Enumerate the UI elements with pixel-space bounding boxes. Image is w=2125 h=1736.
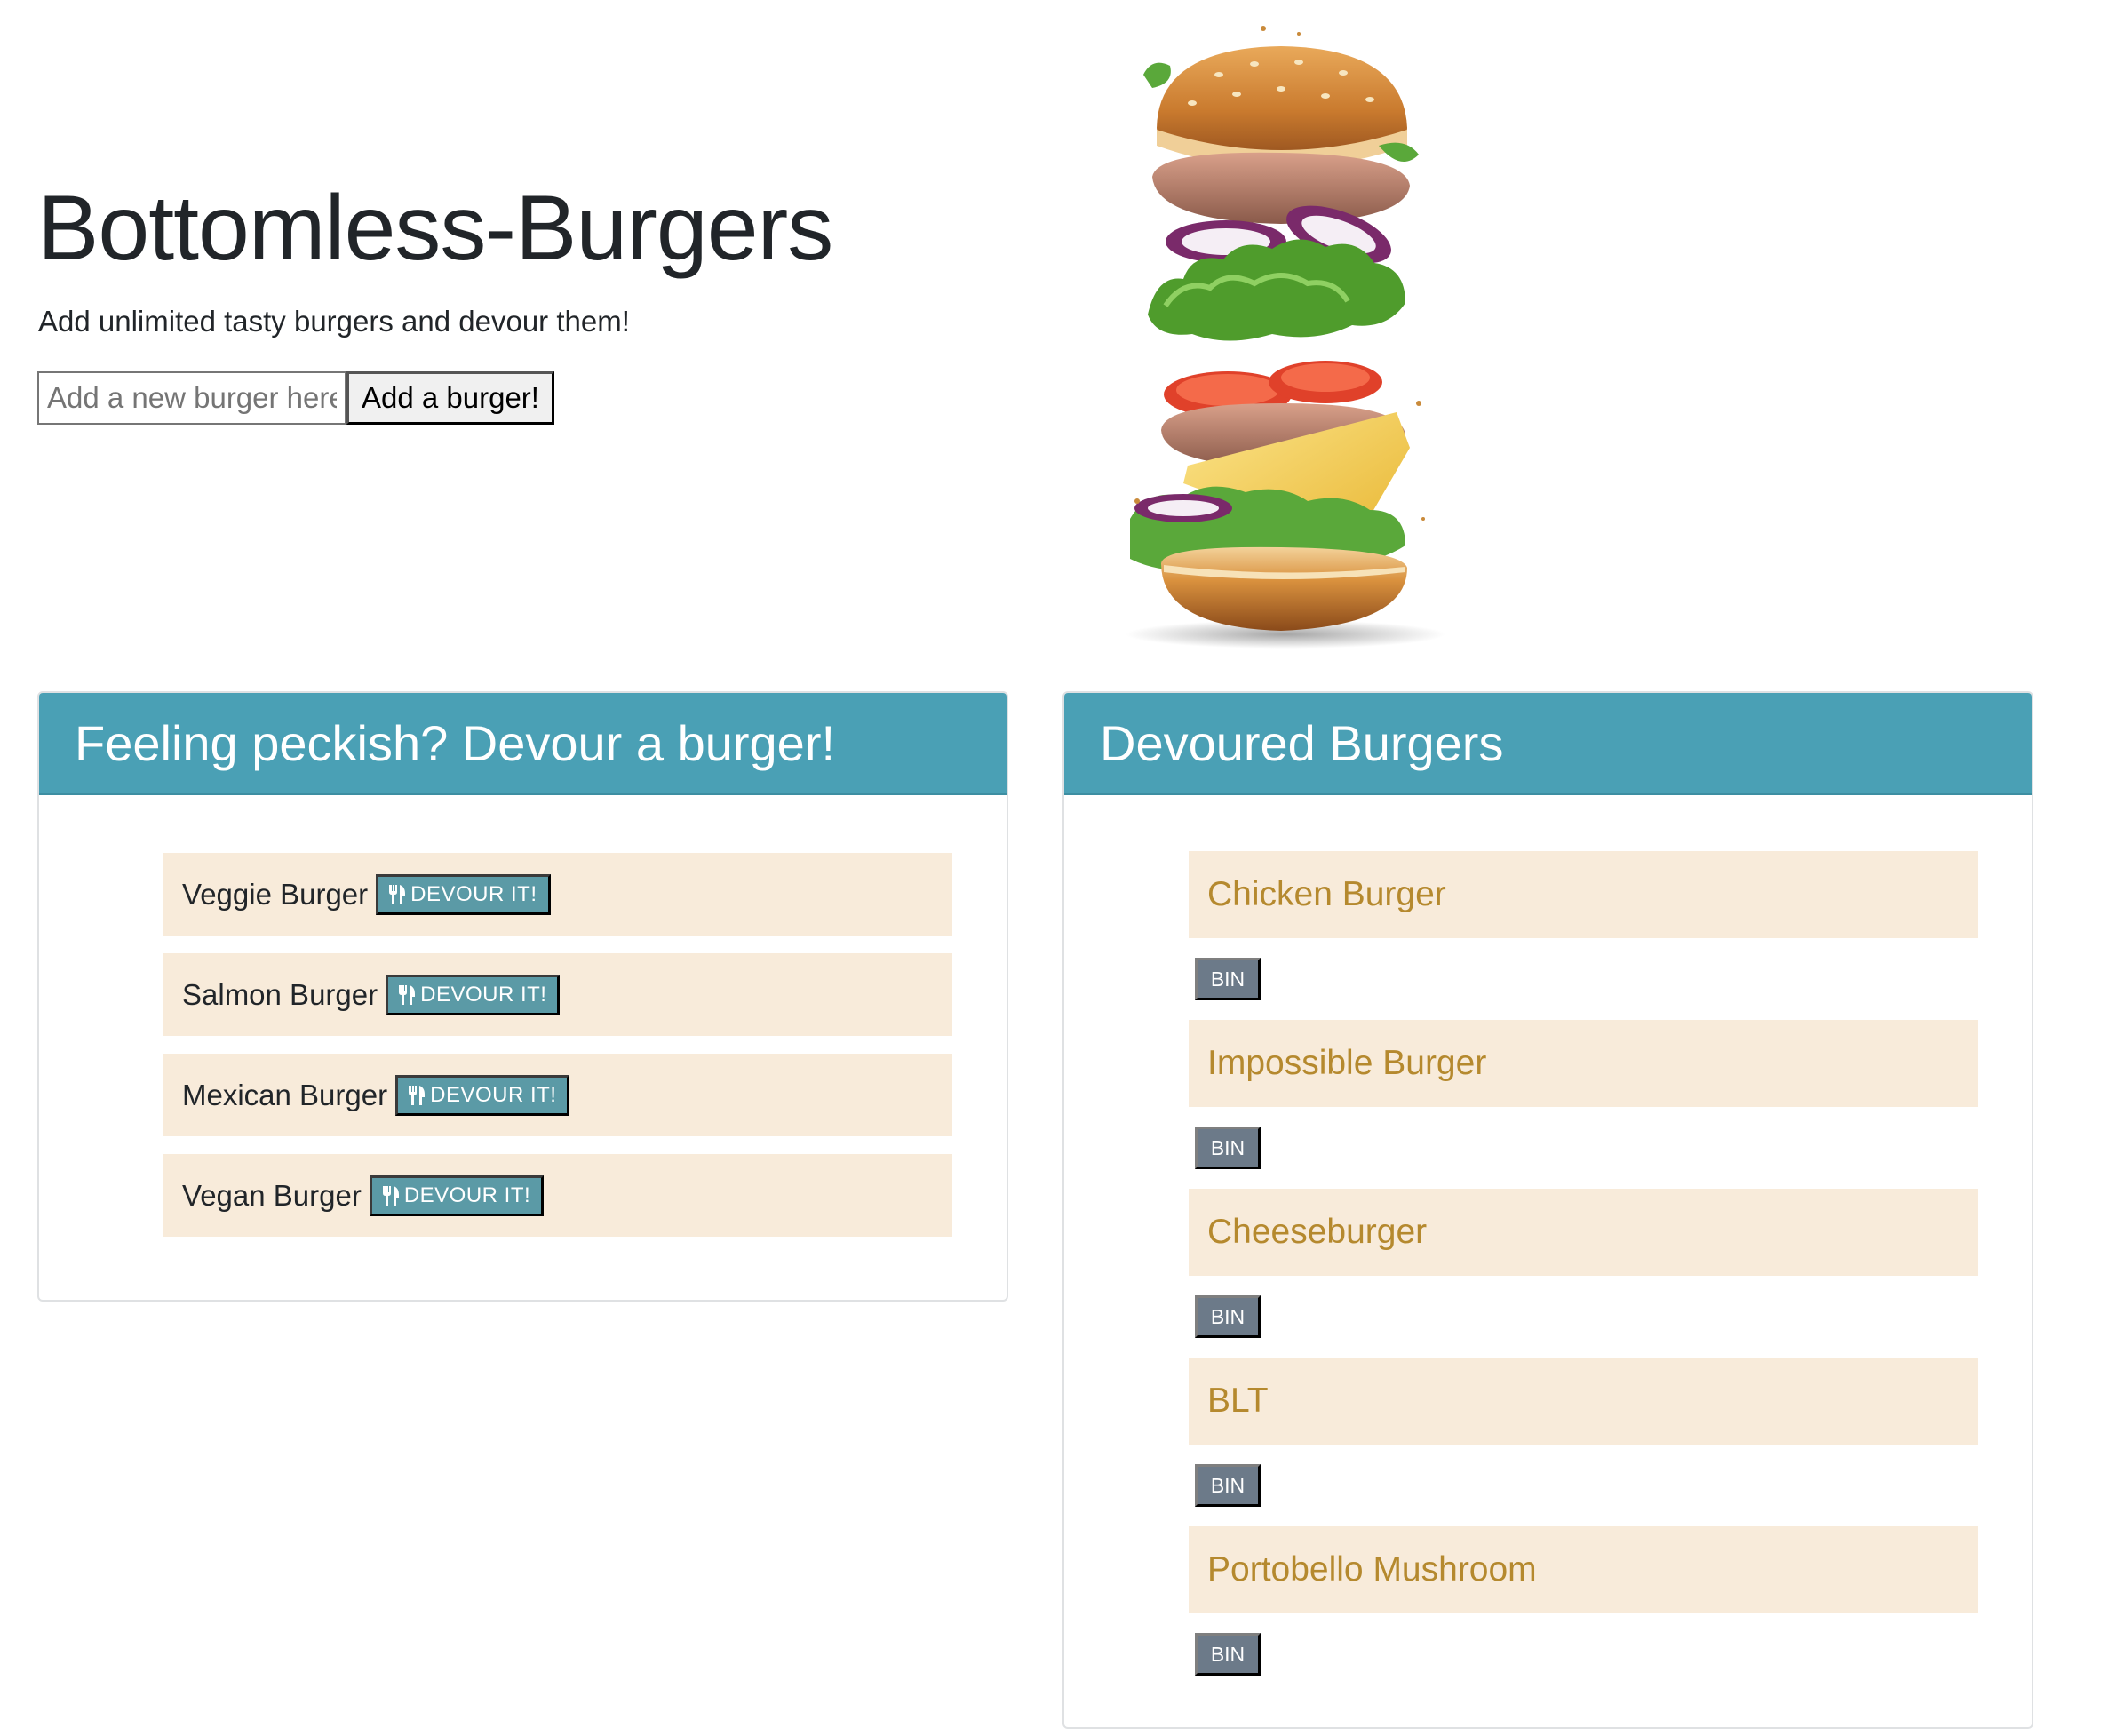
uneaten-panel-header: Feeling peckish? Devour a burger! — [39, 693, 1007, 795]
devoured-burger-entry: Chicken Burger BIN — [1189, 851, 1978, 1020]
devoured-burgers-panel: Devoured Burgers Chicken Burger BIN Impo… — [1062, 691, 2033, 1729]
devoured-burger-entry: Cheeseburger BIN — [1189, 1189, 1978, 1358]
devour-button[interactable]: DEVOUR IT! — [369, 1175, 545, 1216]
utensils-icon — [382, 1185, 399, 1206]
bin-button[interactable]: BIN — [1195, 1633, 1261, 1676]
uneaten-burger-item: Mexican Burger DEVOUR IT! — [163, 1054, 952, 1136]
devoured-burger-item: Impossible Burger — [1189, 1020, 1978, 1107]
devoured-burger-item: BLT — [1189, 1358, 1978, 1445]
utensils-icon — [389, 884, 406, 904]
devoured-burger-name: Chicken Burger — [1207, 875, 1446, 913]
uneaten-panel-title: Feeling peckish? Devour a burger! — [75, 715, 836, 771]
devoured-burger-name: Portobello Mushroom — [1207, 1550, 1537, 1589]
devoured-burger-item: Portobello Mushroom — [1189, 1526, 1978, 1613]
add-burger-form: Add a burger! — [37, 371, 554, 425]
devoured-panel-header: Devoured Burgers — [1064, 693, 2032, 795]
page-title: Bottomless-Burgers — [37, 177, 833, 280]
burger-name-input[interactable] — [37, 371, 346, 425]
bin-button[interactable]: BIN — [1195, 1295, 1261, 1338]
burger-name: Salmon Burger — [182, 977, 378, 1011]
uneaten-burger-list: Veggie Burger DEVOUR IT! Salmon Burger D… — [163, 853, 952, 1254]
burger-illustration — [1126, 26, 1445, 649]
devoured-burger-entry: Impossible Burger BIN — [1189, 1020, 1978, 1189]
devour-button-label: DEVOUR IT! — [420, 982, 547, 1007]
devour-button-label: DEVOUR IT! — [430, 1082, 557, 1107]
devour-button[interactable]: DEVOUR IT! — [376, 873, 551, 915]
uneaten-burgers-panel: Feeling peckish? Devour a burger! Veggie… — [37, 691, 1008, 1302]
utensils-icon — [399, 984, 416, 1005]
devour-button-label: DEVOUR IT! — [410, 881, 537, 906]
uneaten-burger-item: Salmon Burger DEVOUR IT! — [163, 953, 952, 1036]
devoured-burger-item: Chicken Burger — [1189, 851, 1978, 938]
devoured-burger-name: Cheeseburger — [1207, 1213, 1428, 1251]
devour-button[interactable]: DEVOUR IT! — [395, 1074, 570, 1116]
uneaten-burger-item: Vegan Burger DEVOUR IT! — [163, 1154, 952, 1237]
page-tagline: Add unlimited tasty burgers and devour t… — [38, 305, 630, 338]
uneaten-burger-item: Veggie Burger DEVOUR IT! — [163, 853, 952, 936]
burger-name: Mexican Burger — [182, 1078, 388, 1111]
utensils-icon — [409, 1085, 426, 1105]
devoured-burger-entry: BLT BIN — [1189, 1358, 1978, 1526]
add-burger-button[interactable]: Add a burger! — [346, 371, 554, 425]
devoured-burger-name: Impossible Burger — [1207, 1044, 1487, 1082]
devoured-panel-title: Devoured Burgers — [1100, 715, 1504, 771]
bin-button[interactable]: BIN — [1195, 1464, 1261, 1507]
devoured-burger-name: BLT — [1207, 1382, 1269, 1420]
devour-button-label: DEVOUR IT! — [403, 1183, 531, 1207]
devoured-burger-list: Chicken Burger BIN Impossible Burger BIN… — [1189, 851, 1978, 1695]
burger-name: Veggie Burger — [182, 877, 369, 911]
burger-name: Vegan Burger — [182, 1178, 362, 1212]
devour-button[interactable]: DEVOUR IT! — [386, 974, 561, 1015]
bin-button[interactable]: BIN — [1195, 1127, 1261, 1169]
bin-button[interactable]: BIN — [1195, 958, 1261, 1000]
devoured-burger-entry: Portobello Mushroom BIN — [1189, 1526, 1978, 1695]
devoured-burger-item: Cheeseburger — [1189, 1189, 1978, 1276]
